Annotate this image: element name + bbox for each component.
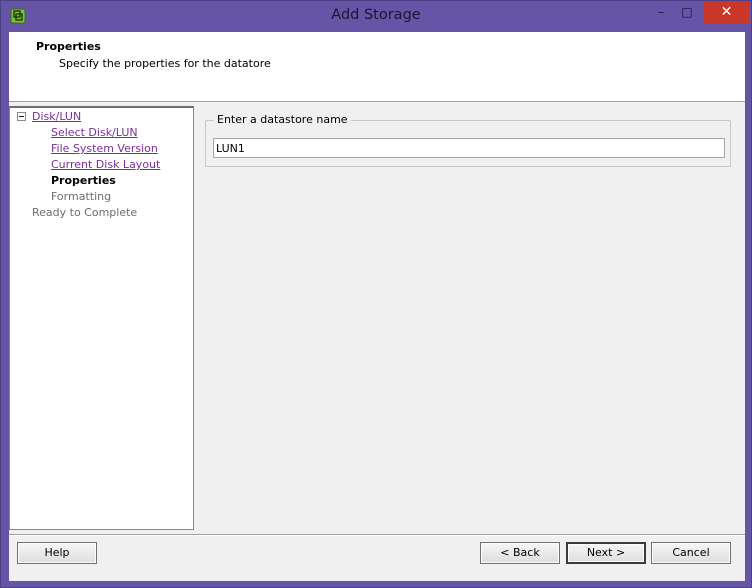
page-title: Properties (36, 40, 101, 53)
footer-divider-highlight (9, 535, 745, 536)
wizard-header: Properties Specify the properties for th… (9, 32, 745, 102)
step-current-disk-layout[interactable]: Current Disk Layout (51, 158, 160, 171)
properties-panel: Enter a datastore name (196, 106, 745, 530)
window-title: Add Storage (331, 7, 421, 23)
collapse-minus-icon[interactable] (17, 112, 26, 121)
wizard-step-nav: Disk/LUN Select Disk/LUN File System Ver… (9, 106, 194, 530)
dialog-client-area: Properties Specify the properties for th… (9, 32, 745, 581)
step-properties: Properties (51, 174, 116, 187)
datastore-name-label: Enter a datastore name (214, 113, 351, 126)
datastore-name-input[interactable] (213, 138, 725, 158)
step-formatting: Formatting (51, 190, 112, 203)
add-storage-window: Add Storage – □ ✕ Properties Specify the… (0, 0, 752, 588)
step-disk-lun[interactable]: Disk/LUN (32, 110, 81, 123)
back-button[interactable]: < Back (480, 542, 560, 564)
datastore-name-group: Enter a datastore name (205, 113, 731, 167)
step-file-system-version[interactable]: File System Version (51, 142, 158, 155)
step-ready-to-complete: Ready to Complete (32, 206, 138, 219)
next-button[interactable]: Next > (566, 542, 646, 564)
close-button[interactable]: ✕ (704, 1, 749, 23)
cancel-button[interactable]: Cancel (651, 542, 731, 564)
maximize-button[interactable]: □ (675, 1, 699, 23)
title-bar[interactable]: Add Storage – □ ✕ (1, 1, 751, 32)
help-button[interactable]: Help (17, 542, 97, 564)
minimize-button[interactable]: – (649, 1, 673, 23)
page-subtitle: Specify the properties for the datatore (59, 57, 271, 70)
step-select-disk-lun[interactable]: Select Disk/LUN (51, 126, 138, 139)
